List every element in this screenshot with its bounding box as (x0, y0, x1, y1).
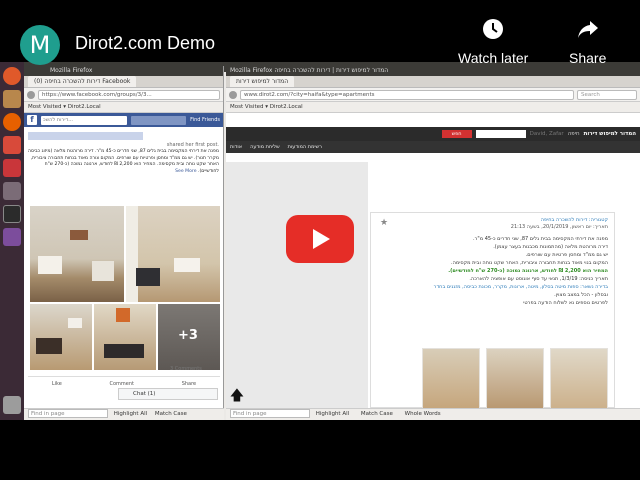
ubuntu-launcher (0, 62, 24, 420)
facebook-header: f דירות להשכ... Find Friends (24, 113, 223, 127)
listing-description: מפנה את דירתי המקסימה בבית גלים 87, שני … (377, 235, 608, 307)
favorite-star-icon[interactable]: ★ (380, 218, 388, 228)
listing-line: בדירה נשאר: ספות מיטה בסלון, מיטה, ארונו… (433, 284, 608, 290)
facebook-post: shared her first post. מפנה את דירתי המק… (24, 127, 223, 178)
find-bar-left: Find in page Highlight All Match Case (24, 408, 224, 420)
post-photo-grid[interactable]: +3 3 Comments (28, 206, 220, 382)
clock-icon (483, 19, 504, 39)
photo-livingroom[interactable] (30, 206, 124, 302)
listing-price-line: המחיר הוא 2,200 ₪ לחודש, ארנונה נמוכה (כ… (448, 268, 608, 274)
youtube-top-overlay: M Dirot2.com Demo Watch later Share (0, 0, 640, 86)
highlight-all-left[interactable]: Highlight All (114, 411, 147, 417)
watch-later-button[interactable]: Watch later (458, 18, 528, 66)
nav-search-button[interactable]: חפש (441, 130, 472, 138)
url-input-right[interactable]: www.dirot2.com/?city=haifa&type=apartmen… (240, 89, 574, 100)
find-input-right[interactable]: Find in page (230, 409, 310, 418)
back-icon[interactable] (27, 90, 35, 99)
play-button-icon[interactable] (286, 215, 354, 263)
match-case-left[interactable]: Match Case (155, 411, 187, 417)
find-bar-right: Find in page Highlight All Match Case Wh… (226, 408, 640, 420)
more-photos-count[interactable]: +3 (178, 328, 198, 343)
listing-date: תאריך: יום ראשון, 20/1/2019, בשעה 21:13 (510, 224, 608, 230)
listing-line: דירה מרוהטת מלאה (מהתמונות מכבנות בעצר ע… (493, 244, 608, 250)
video-player[interactable]: Mozilla Firefox דירות להשכרה בחיפה (0) F… (0, 0, 640, 480)
nav-toolbar-right: www.dirot2.com/?city=haifa&type=apartmen… (226, 88, 640, 102)
site-navbar: המדור למיפוש דירות חיפה David, Zafar חפש (226, 127, 640, 141)
share-arrow-icon (577, 21, 598, 38)
match-case-right[interactable]: Match Case (361, 411, 393, 417)
blurred-profile (131, 115, 187, 125)
listing-line: מפנה את דירתי המקסימה בבית גלים 87, שני … (473, 236, 608, 242)
nav-toolbar: https://www.facebook.com/groups/3/3... (24, 88, 223, 102)
nav-search-box[interactable] (475, 130, 526, 138)
chat-label: Chat (1) (133, 391, 156, 397)
subnav-about[interactable]: אודות (230, 144, 242, 150)
nav-user: David, Zafar (529, 131, 564, 137)
listing-line: ובסלון - הכל במצב מצוין. (554, 292, 608, 298)
highlight-all-right[interactable]: Highlight All (316, 411, 349, 417)
bookmarks-bar: Most Visited ▾ Dirot2.Local (24, 102, 223, 113)
facebook-search-input[interactable]: דירות להשכ... (41, 115, 128, 125)
search-input[interactable]: Search (577, 89, 637, 100)
listing-line: תאריך כניסה: 1/3/19, תנאי עד סוף אוגוסט … (469, 276, 608, 282)
see-more-link[interactable]: See More (175, 169, 196, 174)
software-center-icon[interactable] (3, 159, 21, 177)
comments-count[interactable]: 3 Comments (170, 366, 202, 372)
whole-words-right[interactable]: Whole Words (405, 411, 441, 417)
site-brand[interactable]: המדור למיפוש דירות (584, 131, 636, 137)
facebook-logo-icon[interactable]: f (27, 115, 37, 125)
books-icon[interactable] (3, 228, 21, 246)
back-icon[interactable] (229, 90, 237, 99)
photo-room-a[interactable] (30, 304, 92, 370)
subnav-submit[interactable]: שליחת מודעה (250, 144, 280, 150)
url-input[interactable]: https://www.facebook.com/groups/3/3... (38, 89, 220, 100)
chat-bar[interactable]: Chat (1) (118, 388, 218, 400)
listing-line: יש גם ממ"ד ומחסן פרטיות עם שורפים. (525, 252, 608, 258)
post-shared-line: shared her first post. (166, 142, 219, 148)
share-label: Share (569, 50, 607, 66)
writer-icon[interactable] (3, 136, 21, 154)
listing-line: לפרטים נוספים נא לשלוח הודעה בפרטי (523, 300, 608, 306)
photo-room-c[interactable]: +3 (158, 304, 220, 370)
blurred-author (28, 132, 143, 140)
terminal-icon[interactable] (3, 205, 21, 223)
share-button-yt[interactable]: Share (569, 18, 606, 66)
channel-avatar[interactable]: M (20, 25, 60, 65)
subnav-list[interactable]: רשימת המודעות (288, 144, 322, 150)
listing-meta: קטגוריה: דירות להשכרה בחיפה תאריך: יום ר… (377, 217, 608, 231)
scroll-top-icon[interactable]: 🡅 (229, 387, 245, 405)
like-button[interactable]: Like (52, 377, 62, 390)
find-input-left[interactable]: Find in page (28, 409, 108, 418)
files-icon[interactable] (3, 90, 21, 108)
site-subnav: רשימת המודעות שליחת מודעה אודות (226, 141, 640, 153)
trash-icon[interactable] (3, 396, 21, 414)
listing-category[interactable]: קטגוריה: דירות להשכרה בחיפה (377, 217, 608, 224)
find-friends-link[interactable]: Find Friends (190, 117, 220, 123)
settings-icon[interactable] (3, 182, 21, 200)
video-title[interactable]: Dirot2.com Demo (75, 33, 215, 54)
listing-line: המקום בנוי מאוד בנחות תחבורה ציבורית, הא… (451, 260, 608, 266)
nav-city[interactable]: חיפה (568, 131, 580, 137)
photo-room-b[interactable] (94, 304, 156, 370)
watch-later-label: Watch later (458, 50, 529, 66)
photo-dining[interactable] (126, 206, 220, 302)
post-text: מפנה את דירתי המקסימה בבית גלים 87, שני … (28, 149, 219, 175)
firefox-icon[interactable] (3, 113, 21, 131)
site-left-column (226, 162, 368, 408)
bookmarks-bar-right: Most Visited ▾ Dirot2.Local (226, 102, 640, 113)
